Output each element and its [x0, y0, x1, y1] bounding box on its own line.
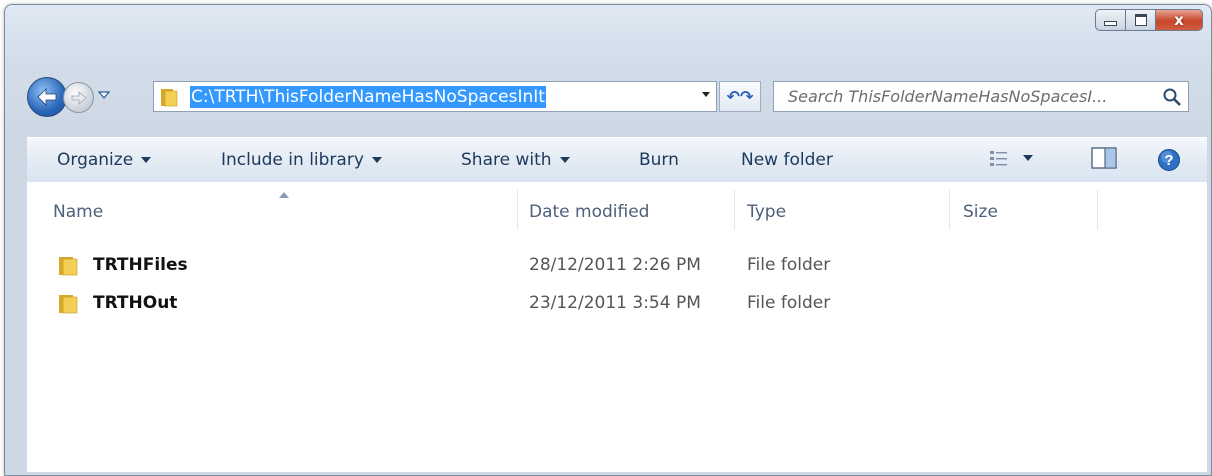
preview-pane-button[interactable]	[1091, 147, 1117, 169]
close-icon: x	[1174, 10, 1184, 29]
forward-button[interactable]	[63, 82, 94, 113]
window-controls: x	[1095, 9, 1203, 31]
file-date: 28/12/2011 2:26 PM	[529, 255, 701, 275]
search-input[interactable]: Search ThisFolderNameHasNoSpacesI...	[788, 87, 1152, 106]
recent-pages-button[interactable]	[97, 88, 111, 102]
help-button[interactable]: ?	[1157, 148, 1181, 172]
sort-ascending-icon	[279, 192, 289, 198]
file-name: TRTHOut	[93, 293, 178, 313]
preview-pane-icon	[1091, 147, 1117, 169]
explorer-window: x C:\TRTH\ThisFolderNameHasNoSpacesInIt	[4, 4, 1212, 476]
file-type: File folder	[747, 255, 831, 275]
column-header-type[interactable]: Type	[747, 202, 786, 222]
chevron-down-icon	[141, 157, 152, 163]
refresh-icon: ↶↷	[726, 87, 754, 106]
column-header-name[interactable]: Name	[53, 202, 103, 222]
file-date: 23/12/2011 3:54 PM	[529, 293, 701, 313]
maximize-icon	[1134, 14, 1147, 26]
help-glyph: ?	[1164, 152, 1173, 169]
folder-icon	[59, 295, 78, 314]
burn-button[interactable]: Burn	[639, 150, 679, 170]
column-divider[interactable]	[1097, 190, 1098, 230]
chevron-down-icon	[98, 91, 110, 99]
column-header-date-modified[interactable]: Date modified	[529, 202, 649, 222]
column-divider[interactable]	[949, 190, 950, 230]
back-arrow-icon	[37, 88, 57, 106]
new-folder-label: New folder	[741, 150, 833, 170]
details-view-icon	[990, 151, 1007, 166]
back-button[interactable]	[27, 77, 67, 117]
share-label: Share with	[461, 150, 552, 170]
column-header-size[interactable]: Size	[963, 202, 998, 222]
folder-icon	[59, 257, 78, 276]
forward-arrow-icon	[71, 90, 87, 105]
include-label: Include in library	[221, 150, 364, 170]
new-folder-button[interactable]: New folder	[741, 150, 833, 170]
burn-label: Burn	[639, 150, 679, 170]
command-bar: Organize Include in library Share with B…	[27, 137, 1207, 183]
navigation-bar: C:\TRTH\ThisFolderNameHasNoSpacesInIt ↶↷…	[27, 77, 1207, 117]
column-divider[interactable]	[517, 190, 518, 230]
folder-icon	[161, 88, 178, 106]
minimize-icon	[1104, 21, 1117, 26]
search-icon[interactable]	[1162, 87, 1182, 107]
view-options-button[interactable]	[989, 149, 1033, 167]
refresh-button[interactable]: ↶↷	[719, 81, 761, 112]
share-with-button[interactable]: Share with	[461, 150, 570, 170]
file-type: File folder	[747, 293, 831, 313]
table-row[interactable]: TRTHFiles 28/12/2011 2:26 PM File folder	[27, 250, 1207, 280]
minimize-button[interactable]	[1095, 9, 1125, 31]
table-row[interactable]: TRTHOut 23/12/2011 3:54 PM File folder	[27, 288, 1207, 318]
organize-label: Organize	[57, 150, 134, 170]
file-name: TRTHFiles	[93, 255, 188, 275]
chevron-down-icon	[559, 157, 570, 163]
address-dropdown-icon[interactable]	[702, 92, 710, 97]
search-box[interactable]: Search ThisFolderNameHasNoSpacesI...	[773, 81, 1189, 112]
maximize-button[interactable]	[1125, 9, 1155, 31]
chevron-down-icon	[371, 157, 382, 163]
close-button[interactable]: x	[1155, 9, 1203, 31]
chevron-down-icon	[1023, 155, 1033, 161]
include-in-library-button[interactable]: Include in library	[221, 150, 382, 170]
file-list: Name Date modified Type Size TRTHFiles 2…	[27, 182, 1207, 472]
address-bar[interactable]: C:\TRTH\ThisFolderNameHasNoSpacesInIt	[153, 81, 717, 112]
column-divider[interactable]	[734, 190, 735, 230]
organize-button[interactable]: Organize	[57, 150, 152, 170]
address-path[interactable]: C:\TRTH\ThisFolderNameHasNoSpacesInIt	[190, 85, 546, 108]
help-icon: ?	[1158, 149, 1180, 171]
